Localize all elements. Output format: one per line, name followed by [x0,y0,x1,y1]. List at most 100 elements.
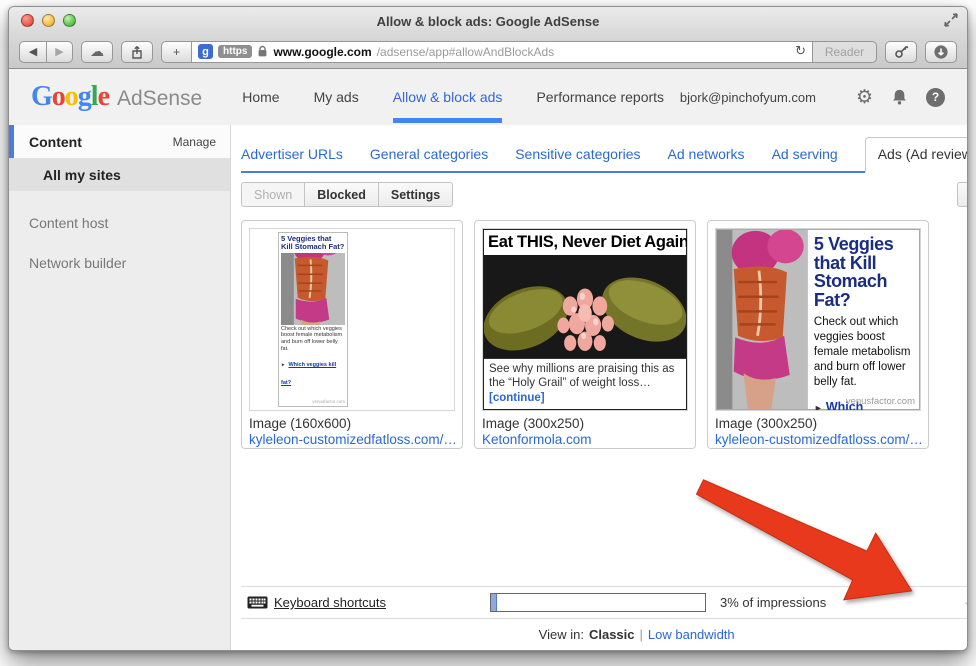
ad-card-2[interactable]: Eat THIS, Never Diet Again [474,220,696,449]
prev-page-button[interactable]: ◀ [965,594,967,611]
close-button[interactable] [21,14,34,27]
sidebar-item-all-my-sites[interactable]: All my sites [9,158,230,191]
advertiser-url-link[interactable]: kyleleon-customizedfatloss.com/… [715,432,921,447]
filters-button[interactable]: Filters [957,182,967,207]
main-content: Advertiser URLs General categories Sensi… [231,125,967,650]
tab-sensitive-categories[interactable]: Sensitive categories [515,138,640,171]
sidebar-section-content: Content Manage [9,125,230,158]
screenshot-stage: Allow & block ads: Google AdSense ◀ ▶ ☁ [0,0,976,666]
advertiser-url-link[interactable]: Ketonformola.com [482,432,688,447]
add-bookmark-button[interactable]: + [161,41,191,63]
impressions-label: 3% of impressions [720,595,826,610]
password-key-button[interactable] [885,41,917,63]
reload-button[interactable]: ↻ [795,44,806,59]
tab-ad-serving[interactable]: Ad serving [772,138,838,171]
browser-window: Allow & block ads: Google AdSense ◀ ▶ ☁ [8,6,968,651]
torso-ad-image [717,230,808,409]
window-title: Allow & block ads: Google AdSense [377,14,600,29]
ad-link-bullet-icon: ► [814,403,823,411]
manage-link[interactable]: Manage [173,135,216,149]
nav-performance-reports[interactable]: Performance reports [536,69,664,125]
fullscreen-icon[interactable] [943,12,959,28]
ad-continue-link: [continue] [489,392,545,404]
lock-icon [257,45,268,58]
history-nav: ◀ ▶ [19,41,73,63]
ad-format-label: Image (300x250) [482,416,688,431]
sidebar-item-network-builder[interactable]: Network builder [29,255,230,271]
url-group: + g https www.google.com /adsense/app#al… [161,41,877,63]
window-controls [21,14,76,27]
settings-button[interactable]: ⚙ [856,86,873,108]
reader-button[interactable]: Reader [813,41,877,63]
shown-button[interactable]: Shown [241,182,305,207]
browser-toolbar: ◀ ▶ ☁ + g https www.goo [9,35,967,69]
url-host: www.google.com [273,45,371,59]
download-icon [933,44,949,60]
back-icon: ◀ [29,45,37,58]
blocked-button[interactable]: Blocked [304,182,379,207]
key-icon [894,44,909,59]
forward-icon: ▶ [55,45,63,58]
sidebar: Content Manage All my sites Content host… [9,125,231,650]
ad-link: Which veggies kill fat? [281,362,336,386]
pager-controls: ◀ ▶ [965,589,967,616]
ad-card-1[interactable]: 5 Veggies that Kill Stomach Fat? [241,220,463,449]
help-icon: ? [926,88,945,107]
advertiser-url-link[interactable]: kyleleon-customizedfatloss.com/… [249,432,455,447]
back-button[interactable]: ◀ [19,41,46,63]
share-icon [130,45,144,59]
sidebar-section-label: Content [29,134,173,150]
status-bar: Keyboard shortcuts 3% of impressions ◀ ▶ [241,586,967,619]
ad-format-label: Image (160x600) [249,416,455,431]
impressions-progress-bar [490,593,706,612]
view-in-label: View in: [539,627,584,642]
ad-card-3[interactable]: 5 Veggies that Kill Stomach Fat? Check o… [707,220,929,449]
tab-ad-networks[interactable]: Ad networks [668,138,745,171]
nav-my-ads[interactable]: My ads [314,69,359,125]
address-bar[interactable]: g https www.google.com /adsense/app#allo… [191,41,813,63]
title-bar: Allow & block ads: Google AdSense [9,7,967,35]
tab-general-categories[interactable]: General categories [370,138,488,171]
fruit-ad-image [484,255,686,359]
adsense-header: Google AdSense Home My ads Allow & block… [9,69,967,125]
help-button[interactable]: ? [926,88,945,107]
ad-preview-1: 5 Veggies that Kill Stomach Fat? [249,228,455,411]
gear-icon: ⚙ [856,86,873,108]
ad-creative-160x600: 5 Veggies that Kill Stomach Fat? [278,232,348,407]
ad-creative-300x250: 5 Veggies that Kill Stomach Fat? Check o… [716,229,920,410]
forward-button[interactable]: ▶ [46,41,73,63]
keyboard-icon [247,596,268,609]
sidebar-item-content-host[interactable]: Content host [29,215,230,231]
torso-ad-image [281,253,345,325]
downloads-button[interactable] [925,41,957,63]
ad-preview-3: 5 Veggies that Kill Stomach Fat? Check o… [715,228,921,411]
url-path: /adsense/app#allowAndBlockAds [377,45,554,59]
progress-fill [491,594,497,611]
view-classic: Classic [589,627,635,642]
nav-home[interactable]: Home [242,69,279,125]
nav-allow-block-ads[interactable]: Allow & block ads [393,69,503,125]
tab-bar: Advertiser URLs General categories Sensi… [241,137,967,173]
primary-nav: Home My ads Allow & block ads Performanc… [242,69,664,125]
share-button[interactable] [121,41,153,63]
icloud-tabs-button[interactable]: ☁ [81,41,113,63]
google-adsense-logo: Google AdSense [31,81,202,113]
minimize-button[interactable] [42,14,55,27]
ad-format-label: Image (300x250) [715,416,921,431]
view-footer: View in: Classic | Low bandwidth [241,619,967,650]
tab-advertiser-urls[interactable]: Advertiser URLs [241,138,343,171]
tab-ads-ad-review-center[interactable]: Ads (Ad review center) [865,137,967,173]
zoom-button[interactable] [63,14,76,27]
keyboard-shortcuts-link[interactable]: Keyboard shortcuts [247,595,386,610]
cloud-icon: ☁ [90,44,104,60]
settings-button-segment[interactable]: Settings [378,182,453,207]
bell-icon [891,88,908,107]
low-bandwidth-link[interactable]: Low bandwidth [648,627,735,642]
ad-cards: 5 Veggies that Kill Stomach Fat? [241,220,967,449]
adsense-page: Google AdSense Home My ads Allow & block… [9,69,967,650]
ad-attribution: venusfactor.com [846,396,915,407]
body-wrap: Content Manage All my sites Content host… [9,125,967,650]
notifications-button[interactable] [891,88,908,107]
review-toolbar: Shown Blocked Settings Filters [241,182,967,207]
product-name: AdSense [117,87,202,111]
